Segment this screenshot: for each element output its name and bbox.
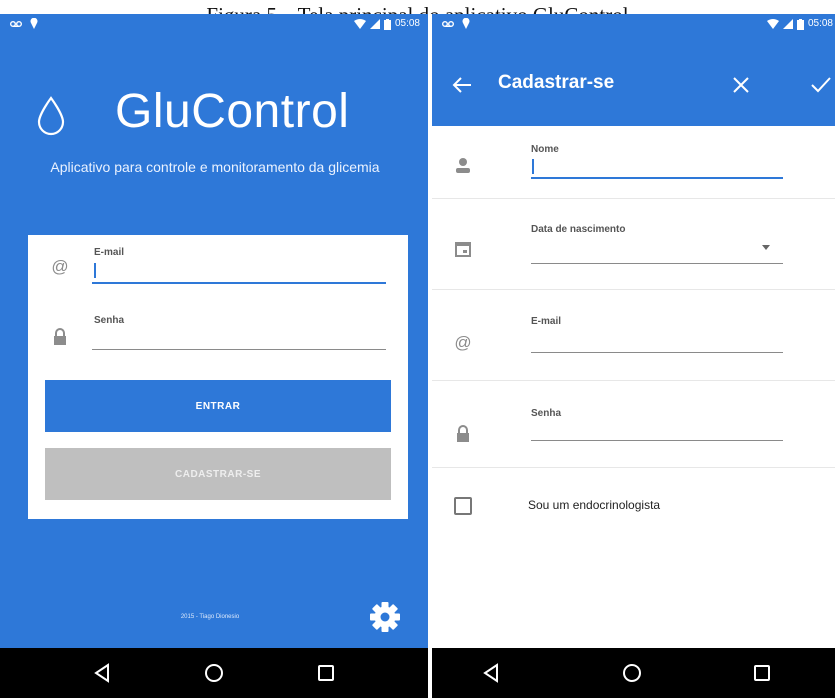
password-field[interactable]: Senha xyxy=(432,381,835,468)
location-icon xyxy=(30,18,38,29)
location-icon xyxy=(462,18,470,29)
password-label: Senha xyxy=(531,408,562,419)
login-card: @ E-mail Senha ENTRAR CADASTRAR-SE xyxy=(28,235,408,519)
endocrinologist-label[interactable]: Sou um endocrinologista xyxy=(528,497,660,513)
back-arrow-icon[interactable] xyxy=(452,76,472,94)
nav-home-icon[interactable] xyxy=(202,661,226,685)
email-label: E-mail xyxy=(94,247,125,258)
email-field[interactable]: @ E-mail xyxy=(28,235,408,295)
battery-icon xyxy=(796,18,804,30)
wifi-icon xyxy=(766,19,779,29)
status-time: 05:08 xyxy=(394,18,420,29)
dropdown-arrow-icon[interactable] xyxy=(762,245,770,250)
email-underline xyxy=(531,352,783,353)
password-label: Senha xyxy=(94,315,125,326)
password-field[interactable]: Senha xyxy=(28,303,408,363)
at-icon: @ xyxy=(51,257,69,276)
password-underline xyxy=(531,440,783,441)
register-screen: 05:08 Cadastrar-se Nome Data de nascimen… xyxy=(432,14,835,698)
screen-title: Cadastrar-se xyxy=(498,72,615,93)
app-subtitle: Aplicativo para controle e monitoramento… xyxy=(50,159,380,175)
status-time: 05:08 xyxy=(807,18,833,29)
at-icon: @ xyxy=(454,333,472,352)
nav-recents-icon[interactable] xyxy=(750,661,774,685)
gear-icon[interactable] xyxy=(362,594,408,640)
name-field[interactable]: Nome xyxy=(432,126,835,199)
voicemail-icon xyxy=(10,20,22,27)
enter-button[interactable]: ENTRAR xyxy=(45,380,391,432)
water-drop-icon xyxy=(37,96,65,136)
wifi-icon xyxy=(353,19,366,29)
email-underline xyxy=(92,282,386,284)
person-icon xyxy=(456,158,470,173)
text-cursor xyxy=(94,263,96,278)
email-label: E-mail xyxy=(531,316,562,327)
nav-back-icon[interactable] xyxy=(90,661,114,685)
app-bar: 05:08 Cadastrar-se xyxy=(432,14,835,126)
endocrinologist-checkbox[interactable] xyxy=(454,497,472,515)
voicemail-icon xyxy=(442,20,454,27)
check-icon[interactable] xyxy=(810,75,832,95)
name-label: Nome xyxy=(531,144,559,155)
lock-icon xyxy=(457,425,469,442)
status-bar: 05:08 xyxy=(0,14,428,36)
calendar-icon xyxy=(455,242,471,257)
navigation-bar xyxy=(0,648,428,698)
text-cursor xyxy=(532,159,534,174)
battery-icon xyxy=(383,18,391,30)
birthdate-underline xyxy=(531,263,783,264)
birthdate-field[interactable]: Data de nascimento xyxy=(432,199,835,290)
signal-icon xyxy=(782,19,793,29)
lock-icon xyxy=(54,328,66,345)
nav-back-icon[interactable] xyxy=(479,661,503,685)
password-underline xyxy=(92,349,386,350)
close-icon[interactable] xyxy=(732,76,750,94)
nav-home-icon[interactable] xyxy=(620,661,644,685)
register-button[interactable]: CADASTRAR-SE xyxy=(45,448,391,500)
birthdate-label: Data de nascimento xyxy=(531,224,626,235)
login-screen: 05:08 GluControl Aplicativo para control… xyxy=(0,14,428,698)
status-bar: 05:08 xyxy=(432,14,835,36)
app-title: GluControl xyxy=(115,85,350,138)
name-underline xyxy=(531,177,783,179)
nav-recents-icon[interactable] xyxy=(314,661,338,685)
navigation-bar xyxy=(432,648,835,698)
footer-credit: 2015 - Tiago Dionesio xyxy=(180,614,240,620)
email-field[interactable]: @ E-mail xyxy=(432,290,835,381)
signal-icon xyxy=(369,19,380,29)
